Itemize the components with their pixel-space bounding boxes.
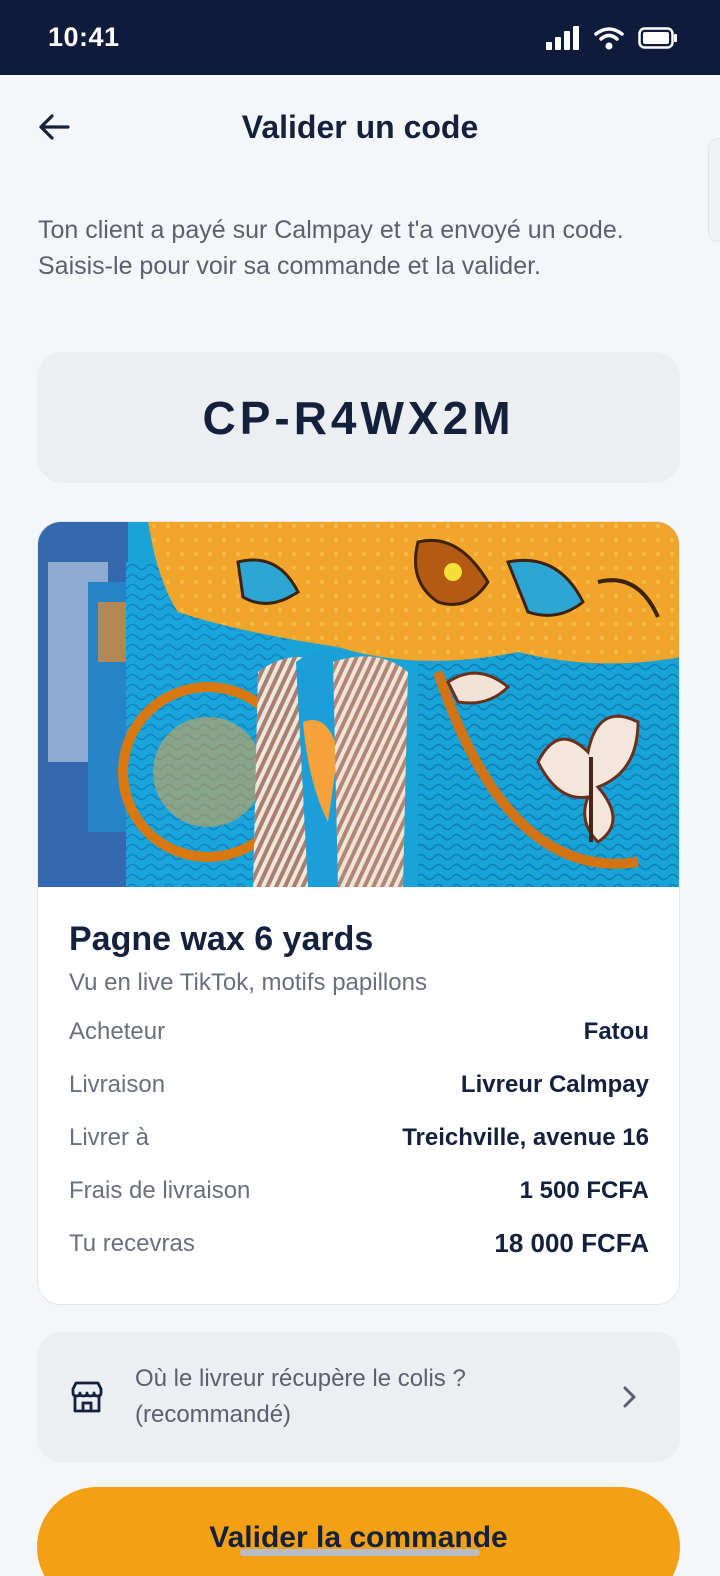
detail-row-total: Tu recevras 18 000 FCFA (69, 1217, 649, 1270)
status-bar: 10:41 (0, 0, 720, 75)
detail-label: Frais de livraison (69, 1176, 251, 1204)
product-subtitle: Vu en live TikTok, motifs papillons (69, 969, 427, 996)
pickup-location-button[interactable]: Où le livreur récupère le colis ? (recom… (37, 1332, 680, 1462)
product-title: Pagne wax 6 yards (69, 920, 374, 958)
home-indicator[interactable] (240, 1549, 480, 1556)
detail-value: 18 000 FCFA (494, 1228, 649, 1258)
order-details: Pagne wax 6 yards Vu en live TikTok, mot… (69, 920, 649, 1270)
intro-text: Ton client a payé sur Calmpay et t'a env… (38, 216, 624, 280)
detail-value: 1 500 FCFA (519, 1176, 649, 1204)
detail-label: Livraison (69, 1070, 166, 1098)
detail-row-delivery: Livraison Livreur Calmpay (69, 1058, 649, 1111)
battery-icon (638, 26, 677, 49)
detail-value: Treichville, avenue 16 (402, 1123, 649, 1151)
chevron-right-icon (623, 1386, 636, 1408)
detail-row-fees: Frais de livraison 1 500 FCFA (69, 1164, 649, 1217)
wifi-icon (594, 26, 624, 49)
detail-value: Fatou (583, 1017, 649, 1045)
code-field[interactable]: CP-R4WX2M (37, 352, 680, 483)
status-icons (546, 25, 678, 50)
back-button[interactable] (30, 103, 78, 151)
status-time: 10:41 (48, 22, 120, 52)
product-image (38, 522, 679, 887)
detail-row-buyer: Acheteur Fatou (69, 1005, 649, 1058)
side-handle[interactable] (708, 138, 720, 242)
validate-order-button[interactable]: Valider la commande (37, 1487, 680, 1576)
code-value: CP-R4WX2M (202, 391, 515, 444)
navigation-bar: Valider un code (0, 75, 720, 179)
store-icon (71, 1381, 103, 1413)
detail-label: Livrer à (69, 1123, 150, 1151)
order-card: Pagne wax 6 yards Vu en live TikTok, mot… (37, 521, 680, 1305)
detail-value: Livreur Calmpay (460, 1070, 649, 1098)
signal-icon (546, 25, 579, 50)
pickup-label: Où le livreur récupère le colis ? (recom… (135, 1365, 466, 1428)
page-title: Valider un code (241, 108, 479, 145)
detail-row-address: Livrer à Treichville, avenue 16 (69, 1111, 649, 1164)
detail-label: Tu recevras (69, 1229, 195, 1257)
detail-label: Acheteur (69, 1017, 166, 1045)
arrow-left-icon (39, 114, 70, 140)
